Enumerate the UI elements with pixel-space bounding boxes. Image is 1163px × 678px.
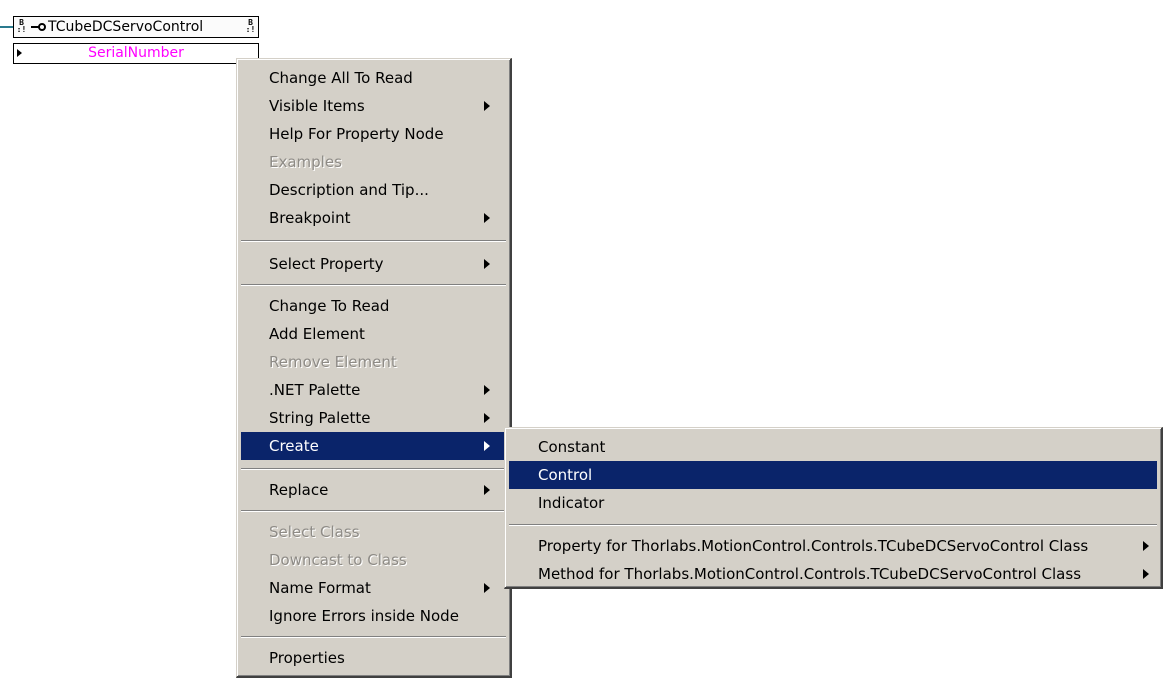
submenu-item-property-for-class[interactable]: Property for Thorlabs.MotionControl.Cont…: [509, 532, 1157, 560]
menu-item-visible-items[interactable]: Visible Items: [241, 92, 506, 120]
menu-item-change-to-read[interactable]: Change To Read: [241, 292, 506, 320]
menu-item-downcast-to-class[interactable]: Downcast to Class: [241, 546, 506, 574]
menu-item-select-property[interactable]: Select Property: [241, 250, 506, 278]
submenu-arrow-icon: [484, 485, 490, 495]
submenu-arrow-icon: [484, 413, 490, 423]
submenu-arrow-icon: [1143, 541, 1149, 551]
menu-item-create[interactable]: Create: [241, 432, 506, 460]
submenu-item-indicator[interactable]: Indicator: [509, 489, 1157, 517]
submenu-arrow-icon: [484, 213, 490, 223]
menu-item-remove-element[interactable]: Remove Element: [241, 348, 506, 376]
menu-item-ignore-errors-inside-node[interactable]: Ignore Errors inside Node: [241, 602, 506, 630]
menu-item-properties[interactable]: Properties: [241, 644, 506, 672]
submenu-item-method-for-class[interactable]: Method for Thorlabs.MotionControl.Contro…: [509, 560, 1157, 588]
menu-separator: [241, 636, 506, 638]
reference-in-terminal-icon[interactable]: B:!: [16, 19, 27, 35]
menu-separator: [241, 468, 506, 470]
submenu-item-constant[interactable]: Constant: [509, 433, 1157, 461]
menu-item-help-for-property-node[interactable]: Help For Property Node: [241, 120, 506, 148]
menu-item-select-class[interactable]: Select Class: [241, 518, 506, 546]
menu-separator: [509, 524, 1157, 526]
menu-item-net-palette[interactable]: .NET Palette: [241, 376, 506, 404]
menu-separator: [241, 240, 506, 242]
menu-separator: [241, 510, 506, 512]
create-submenu: Constant Control Indicator Property for …: [504, 427, 1163, 589]
property-node-header[interactable]: B:! TCubeDCServoControl B:!: [13, 16, 259, 38]
menu-item-name-format[interactable]: Name Format: [241, 574, 506, 602]
submenu-arrow-icon: [484, 385, 490, 395]
property-node-class-name: TCubeDCServoControl: [48, 19, 204, 35]
menu-item-examples[interactable]: Examples: [241, 148, 506, 176]
menu-item-add-element[interactable]: Add Element: [241, 320, 506, 348]
submenu-arrow-icon: [484, 441, 490, 451]
reference-out-terminal-icon[interactable]: B:!: [245, 19, 256, 35]
menu-item-change-all-to-read[interactable]: Change All To Read: [241, 64, 506, 92]
menu-item-string-palette[interactable]: String Palette: [241, 404, 506, 432]
submenu-arrow-icon: [484, 259, 490, 269]
menu-separator: [241, 284, 506, 286]
property-row[interactable]: SerialNumber: [13, 43, 259, 64]
reference-wire: [0, 26, 14, 28]
context-menu: Change All To Read Visible Items Help Fo…: [236, 58, 512, 678]
menu-item-description-and-tip[interactable]: Description and Tip...: [241, 176, 506, 204]
menu-item-replace[interactable]: Replace: [241, 476, 506, 504]
submenu-item-control[interactable]: Control: [509, 461, 1157, 489]
dotnet-reference-icon: [31, 23, 46, 31]
submenu-arrow-icon: [1143, 569, 1149, 579]
property-name: SerialNumber: [88, 45, 184, 61]
menu-item-breakpoint[interactable]: Breakpoint: [241, 204, 506, 232]
submenu-arrow-icon: [484, 583, 490, 593]
submenu-arrow-icon: [484, 101, 490, 111]
